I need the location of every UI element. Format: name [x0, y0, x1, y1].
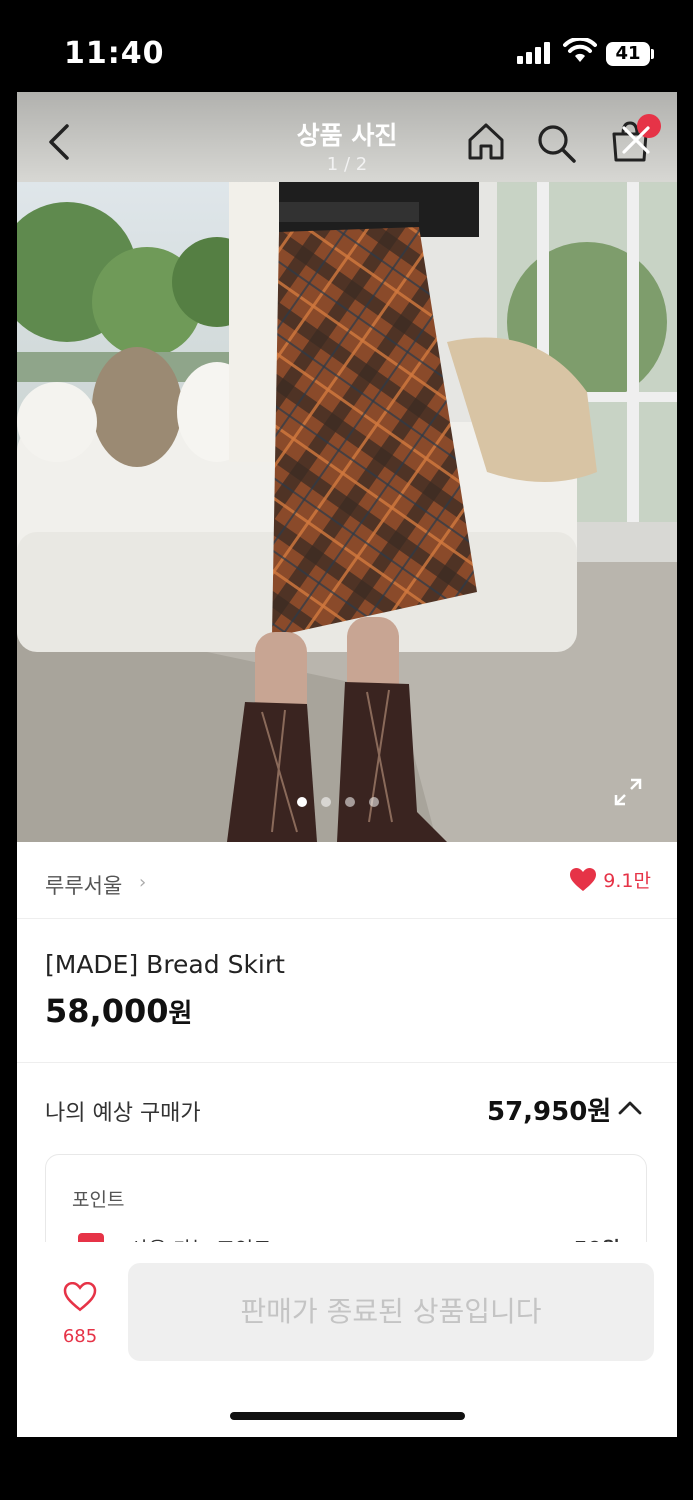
- status-time: 11:40: [64, 36, 165, 71]
- home-icon[interactable]: [465, 120, 507, 162]
- carousel-dot[interactable]: [369, 797, 379, 807]
- brand-row[interactable]: 루루서울 › 9.1만: [17, 842, 677, 919]
- price-unit: 원: [168, 999, 193, 1029]
- points-title: 포인트: [72, 1189, 125, 1211]
- wifi-icon: [563, 38, 597, 62]
- bottom-action-bar: 685 판매가 종료된 상품입니다: [17, 1242, 677, 1437]
- search-icon[interactable]: [535, 122, 577, 164]
- brand-name[interactable]: 루루서울: [45, 870, 122, 900]
- heart-outline-icon: [63, 1281, 97, 1312]
- like-count: 9.1만: [603, 870, 651, 892]
- sold-out-button[interactable]: 판매가 종료된 상품입니다: [128, 1263, 654, 1361]
- brand-likes[interactable]: 9.1만: [569, 866, 651, 893]
- carousel-dot[interactable]: [321, 797, 331, 807]
- wishlist-button[interactable]: 685: [47, 1281, 113, 1356]
- cellular-signal-icon: [517, 42, 550, 64]
- page-title: 상품 사진: [296, 121, 398, 150]
- close-icon[interactable]: [621, 125, 651, 155]
- wishlist-count: 685: [62, 1326, 98, 1347]
- chevron-right-icon: ›: [139, 872, 147, 893]
- heart-filled-icon: [570, 867, 597, 891]
- product-photo[interactable]: 상품 사진 1 / 2: [17, 92, 677, 842]
- carousel-dot[interactable]: [297, 797, 307, 807]
- battery-tip: [651, 49, 654, 59]
- product-name: [MADE] Bread Skirt: [45, 950, 285, 979]
- expand-icon[interactable]: [613, 777, 643, 807]
- battery-icon: 41: [606, 42, 650, 66]
- chevron-up-icon[interactable]: [617, 1098, 643, 1118]
- divider: [17, 1062, 677, 1063]
- estimated-price-value: 57,950원: [487, 1097, 612, 1127]
- app-screen: 상품 사진 1 / 2 루루서울 › 9.1만 [MADE] Bread Ski…: [17, 92, 677, 1437]
- estimated-price-label: 나의 예상 구매가: [45, 1101, 201, 1126]
- price: 58,000 원: [45, 992, 192, 1030]
- carousel-dots: [297, 797, 379, 807]
- carousel-dot[interactable]: [345, 797, 355, 807]
- image-index: 1 / 2: [326, 154, 368, 175]
- home-indicator: [230, 1412, 465, 1420]
- status-bar: 11:40 41: [0, 0, 693, 92]
- price-value: 58,000: [45, 992, 169, 1030]
